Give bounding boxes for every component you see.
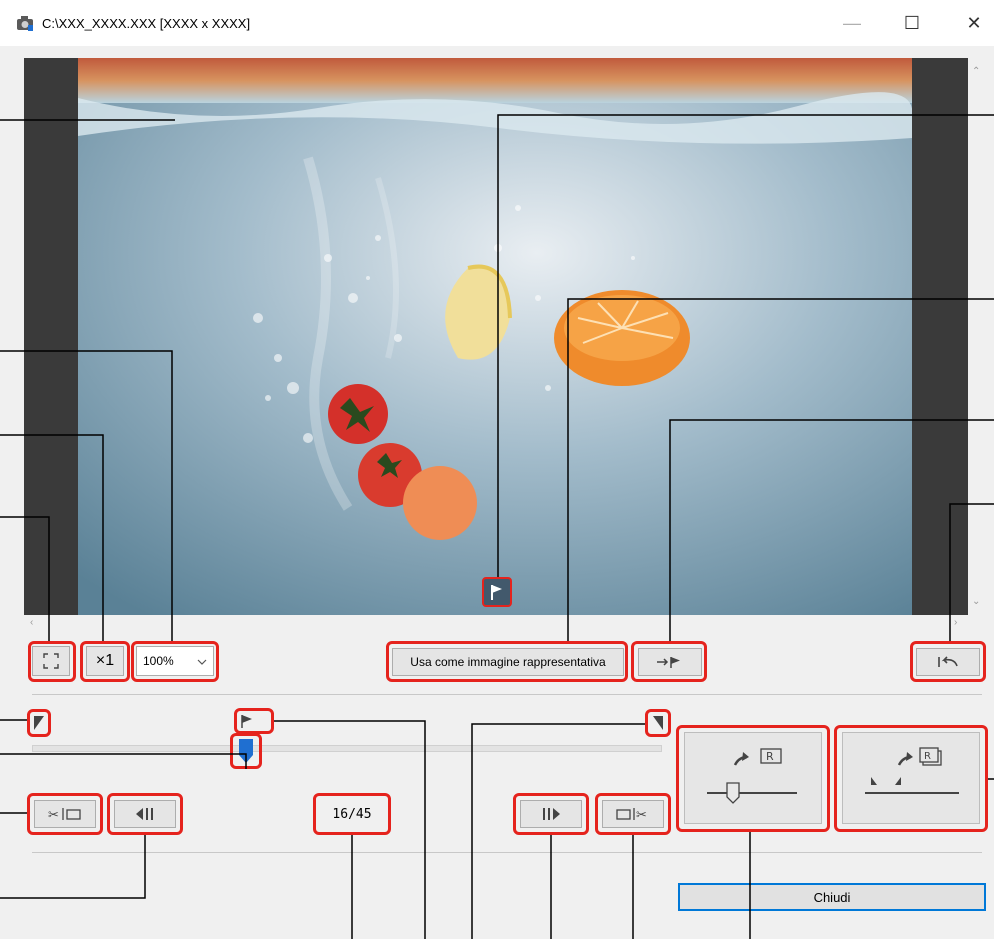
- return-highlight: [910, 641, 986, 682]
- representative-frame-marker[interactable]: [482, 577, 512, 607]
- title-bar: C:\XXX_XXXX.XXX [XXXX x XXXX] — ☐ ✕: [0, 0, 994, 46]
- slider-knob-highlight: [230, 733, 262, 769]
- go-to-frame-highlight: [631, 641, 707, 682]
- scroll-right-icon[interactable]: ›: [954, 617, 957, 628]
- divider-bottom: [32, 852, 982, 853]
- scroll-down-icon[interactable]: ⌄: [972, 596, 980, 607]
- trim-end-marker-highlight: [645, 709, 671, 737]
- trim-end-highlight: [595, 793, 671, 835]
- scroll-left-icon[interactable]: ‹: [30, 617, 33, 628]
- actual-size-highlight: [80, 641, 130, 682]
- movie-viewer-window: C:\XXX_XXXX.XXX [XXXX x XXXX] — ☐ ✕ ⌃ ⌄ …: [0, 0, 994, 939]
- save-all-frames-highlight: [834, 725, 988, 832]
- flag-icon: [491, 585, 502, 600]
- frame-counter-highlight: [313, 793, 391, 835]
- flag-marker-highlight: [234, 708, 274, 734]
- playback-slider-track[interactable]: [32, 745, 662, 752]
- previous-frame-highlight: [107, 793, 183, 835]
- zoom-select-highlight: [131, 641, 219, 682]
- horizontal-scrollbar[interactable]: ‹ ›: [24, 615, 968, 633]
- close-button[interactable]: Chiudi: [678, 883, 986, 911]
- divider-top: [32, 694, 982, 695]
- trim-start-marker-highlight: [27, 709, 51, 737]
- save-current-frame-highlight: [676, 725, 830, 832]
- next-frame-highlight: [513, 793, 589, 835]
- trim-start-highlight: [27, 793, 103, 835]
- vertical-scrollbar[interactable]: ⌃ ⌄: [968, 58, 986, 615]
- representative-button-highlight: [386, 641, 628, 682]
- camera-app-icon: [17, 16, 33, 31]
- minimize-button[interactable]: —: [832, 8, 872, 38]
- maximize-button[interactable]: ☐: [892, 8, 932, 38]
- fit-button-highlight: [28, 641, 76, 682]
- window-close-button[interactable]: ✕: [954, 8, 994, 38]
- scroll-up-icon[interactable]: ⌃: [972, 66, 980, 77]
- window-title: C:\XXX_XXXX.XXX [XXXX x XXXX]: [42, 16, 251, 31]
- close-button-label: Chiudi: [813, 889, 851, 905]
- frame-image: [78, 58, 912, 615]
